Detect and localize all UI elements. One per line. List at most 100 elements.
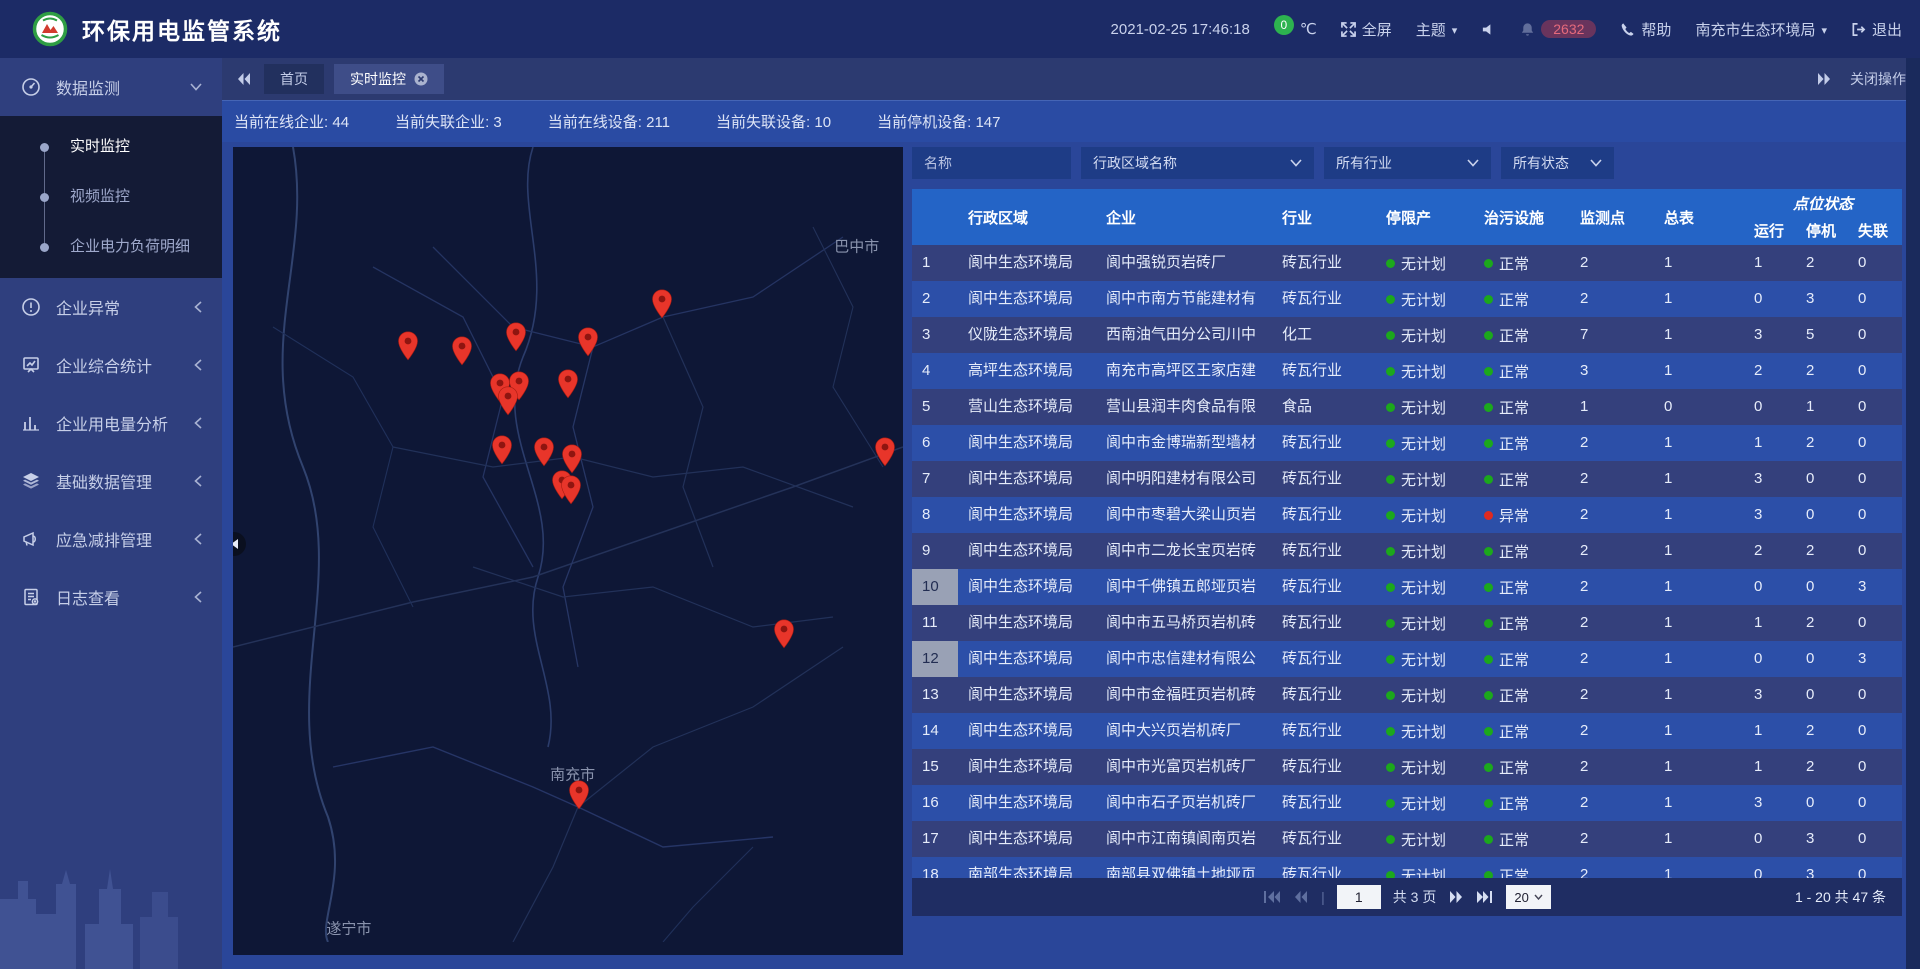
table-row[interactable]: 3仪陇生态环境局西南油气田分公司川中化工无计划正常71350 [912, 317, 1902, 353]
table-row[interactable]: 16阆中生态环境局阆中市石子页岩机砖厂砖瓦行业无计划正常21300 [912, 785, 1902, 821]
table-row[interactable]: 17阆中生态环境局阆中市江南镇阆南页岩砖瓦行业无计划正常21030 [912, 821, 1902, 857]
cell-stop: 无计划 [1376, 281, 1474, 317]
exit-button[interactable]: 退出 [1851, 19, 1902, 40]
status-label: 正常 [1499, 361, 1529, 382]
close-operations-button[interactable]: 关闭操作 [1850, 69, 1906, 89]
table-row[interactable]: 6阆中生态环境局阆中市金博瑞新型墙材砖瓦行业无计划正常21120 [912, 425, 1902, 461]
tab-实时监控[interactable]: 实时监控 [334, 64, 444, 94]
temperature-unit: ℃ [1300, 20, 1317, 38]
status-label: 正常 [1499, 541, 1529, 562]
map-pin-icon[interactable] [397, 330, 419, 360]
fullscreen-button[interactable]: 全屏 [1341, 19, 1392, 40]
page-number-input[interactable] [1337, 885, 1381, 909]
table-row[interactable]: 2阆中生态环境局阆中市南方节能建材有砖瓦行业无计划正常21030 [912, 281, 1902, 317]
status-dot-icon [1386, 259, 1395, 268]
map-pin-icon[interactable] [451, 336, 473, 366]
status-label: 无计划 [1401, 397, 1446, 418]
table-row[interactable]: 8阆中生态环境局阆中市枣碧大梁山页岩砖瓦行业无计划异常21300 [912, 497, 1902, 533]
cell-region: 阆中生态环境局 [958, 425, 1096, 461]
status-dot-icon [1484, 727, 1493, 736]
map-pin-icon[interactable] [577, 326, 599, 356]
prev-page-button[interactable] [1293, 890, 1309, 904]
sidebar-item-3[interactable]: 企业综合统计 [0, 336, 222, 394]
theme-dropdown[interactable]: 主题 ▾ [1416, 19, 1458, 40]
cell-industry: 砖瓦行业 [1272, 641, 1376, 677]
table-row[interactable]: 15阆中生态环境局阆中市光富页岩机砖厂砖瓦行业无计划正常21120 [912, 749, 1902, 785]
cell-region: 高坪生态环境局 [958, 353, 1096, 389]
region-select[interactable]: 行政区域名称 [1081, 147, 1314, 179]
sidebar-item-2[interactable]: 企业异常 [0, 278, 222, 336]
map-pin-icon[interactable] [560, 475, 582, 505]
sound-button[interactable] [1481, 22, 1496, 37]
sidebar-subitem-实时监控[interactable]: 实时监控 [0, 122, 222, 172]
table-row[interactable]: 5营山生态环境局营山县润丰肉食品有限食品无计划正常10010 [912, 389, 1902, 425]
cell-run: 1 [1744, 713, 1796, 749]
map-pin-icon[interactable] [491, 435, 513, 465]
map-pin-icon[interactable] [568, 780, 590, 810]
cell-meter: 1 [1654, 569, 1744, 605]
help-button[interactable]: 帮助 [1620, 19, 1671, 40]
table-row[interactable]: 18南部生态环境局南部县双佛镇土地垭页砖瓦行业无计划正常21030 [912, 857, 1902, 878]
tab-close-icon[interactable] [414, 72, 428, 86]
table-row[interactable]: 11阆中生态环境局阆中市五马桥页岩机砖砖瓦行业无计划正常21120 [912, 605, 1902, 641]
cell-halt: 1 [1796, 389, 1848, 425]
notifications[interactable]: 2632 [1520, 20, 1596, 38]
industry-select[interactable]: 所有行业 [1324, 147, 1491, 179]
cell-industry: 砖瓦行业 [1272, 569, 1376, 605]
org-dropdown[interactable]: 南充市生态环境局 ▾ [1695, 19, 1827, 40]
table-row[interactable]: 1阆中生态环境局阆中强锐页岩砖厂砖瓦行业无计划正常21120 [912, 245, 1902, 281]
table-row[interactable]: 9阆中生态环境局阆中市二龙长宝页岩砖砖瓦行业无计划正常21220 [912, 533, 1902, 569]
first-page-button[interactable] [1263, 890, 1281, 904]
map-pin-icon[interactable] [505, 322, 527, 352]
status-dot-icon [1484, 583, 1493, 592]
cell-halt: 0 [1796, 461, 1848, 497]
table-row[interactable]: 14阆中生态环境局阆中大兴页岩机砖厂砖瓦行业无计划正常21120 [912, 713, 1902, 749]
status-label: 无计划 [1401, 685, 1446, 706]
name-search-input[interactable] [912, 147, 1071, 179]
cell-facility: 异常 [1474, 497, 1570, 533]
table-row[interactable]: 13阆中生态环境局阆中市金福旺页岩机砖砖瓦行业无计划正常21300 [912, 677, 1902, 713]
sidebar-item-4[interactable]: 企业用电量分析 [0, 394, 222, 452]
cell-region: 仪陇生态环境局 [958, 317, 1096, 353]
table-row[interactable]: 4高坪生态环境局南充市高坪区王家店建砖瓦行业无计划正常31220 [912, 353, 1902, 389]
sidebar-item-7[interactable]: 日志查看 [0, 568, 222, 626]
sidebar-subitem-视频监控[interactable]: 视频监控 [0, 172, 222, 222]
tabs-scroll-left-button[interactable] [236, 72, 252, 86]
status-select[interactable]: 所有状态 [1501, 147, 1614, 179]
map-panel[interactable]: 巴中市南充市遂宁市 [233, 147, 903, 955]
cell-num: 15 [912, 749, 958, 785]
stat-value: 44 [332, 114, 349, 131]
table-row[interactable]: 12阆中生态环境局阆中市忠信建材有限公砖瓦行业无计划正常21003 [912, 641, 1902, 677]
cell-company: 阆中大兴页岩机砖厂 [1096, 713, 1272, 749]
table-row[interactable]: 10阆中生态环境局阆中千佛镇五郎垭页岩砖瓦行业无计划正常21003 [912, 569, 1902, 605]
scrollbar[interactable] [1906, 58, 1920, 969]
table-row[interactable]: 7阆中生态环境局阆中明阳建材有限公司砖瓦行业无计划正常21300 [912, 461, 1902, 497]
sidebar-item-5[interactable]: 基础数据管理 [0, 452, 222, 510]
map-pin-icon[interactable] [773, 619, 795, 649]
status-label: 无计划 [1401, 721, 1446, 742]
cell-company: 阆中市枣碧大梁山页岩 [1096, 497, 1272, 533]
map-city-label: 巴中市 [834, 235, 879, 256]
cell-meter: 1 [1654, 353, 1744, 389]
map-pin-icon[interactable] [874, 436, 896, 466]
next-page-button[interactable] [1448, 890, 1464, 904]
cell-industry: 砖瓦行业 [1272, 461, 1376, 497]
page-size-select[interactable]: 20 [1506, 885, 1550, 909]
tabs-scroll-right-button[interactable] [1816, 72, 1832, 86]
sidebar-item-1[interactable]: 数据监测 [0, 58, 222, 116]
map-pin-icon[interactable] [557, 368, 579, 398]
map-pin-icon[interactable] [533, 437, 555, 467]
map-pin-icon[interactable] [497, 385, 519, 415]
sidebar-item-6[interactable]: 应急减排管理 [0, 510, 222, 568]
map-pin-icon[interactable] [651, 289, 673, 319]
cell-region: 阆中生态环境局 [958, 821, 1096, 857]
cell-meter: 1 [1654, 713, 1744, 749]
cell-facility: 正常 [1474, 857, 1570, 878]
tab-首页[interactable]: 首页 [264, 64, 324, 94]
cell-num: 17 [912, 821, 958, 857]
chevron-down-icon [1590, 159, 1602, 167]
sidebar-subitem-企业电力负荷明细[interactable]: 企业电力负荷明细 [0, 222, 222, 272]
cell-monitor: 1 [1570, 389, 1654, 425]
last-page-button[interactable] [1476, 890, 1494, 904]
cell-company: 阆中市金福旺页岩机砖 [1096, 677, 1272, 713]
